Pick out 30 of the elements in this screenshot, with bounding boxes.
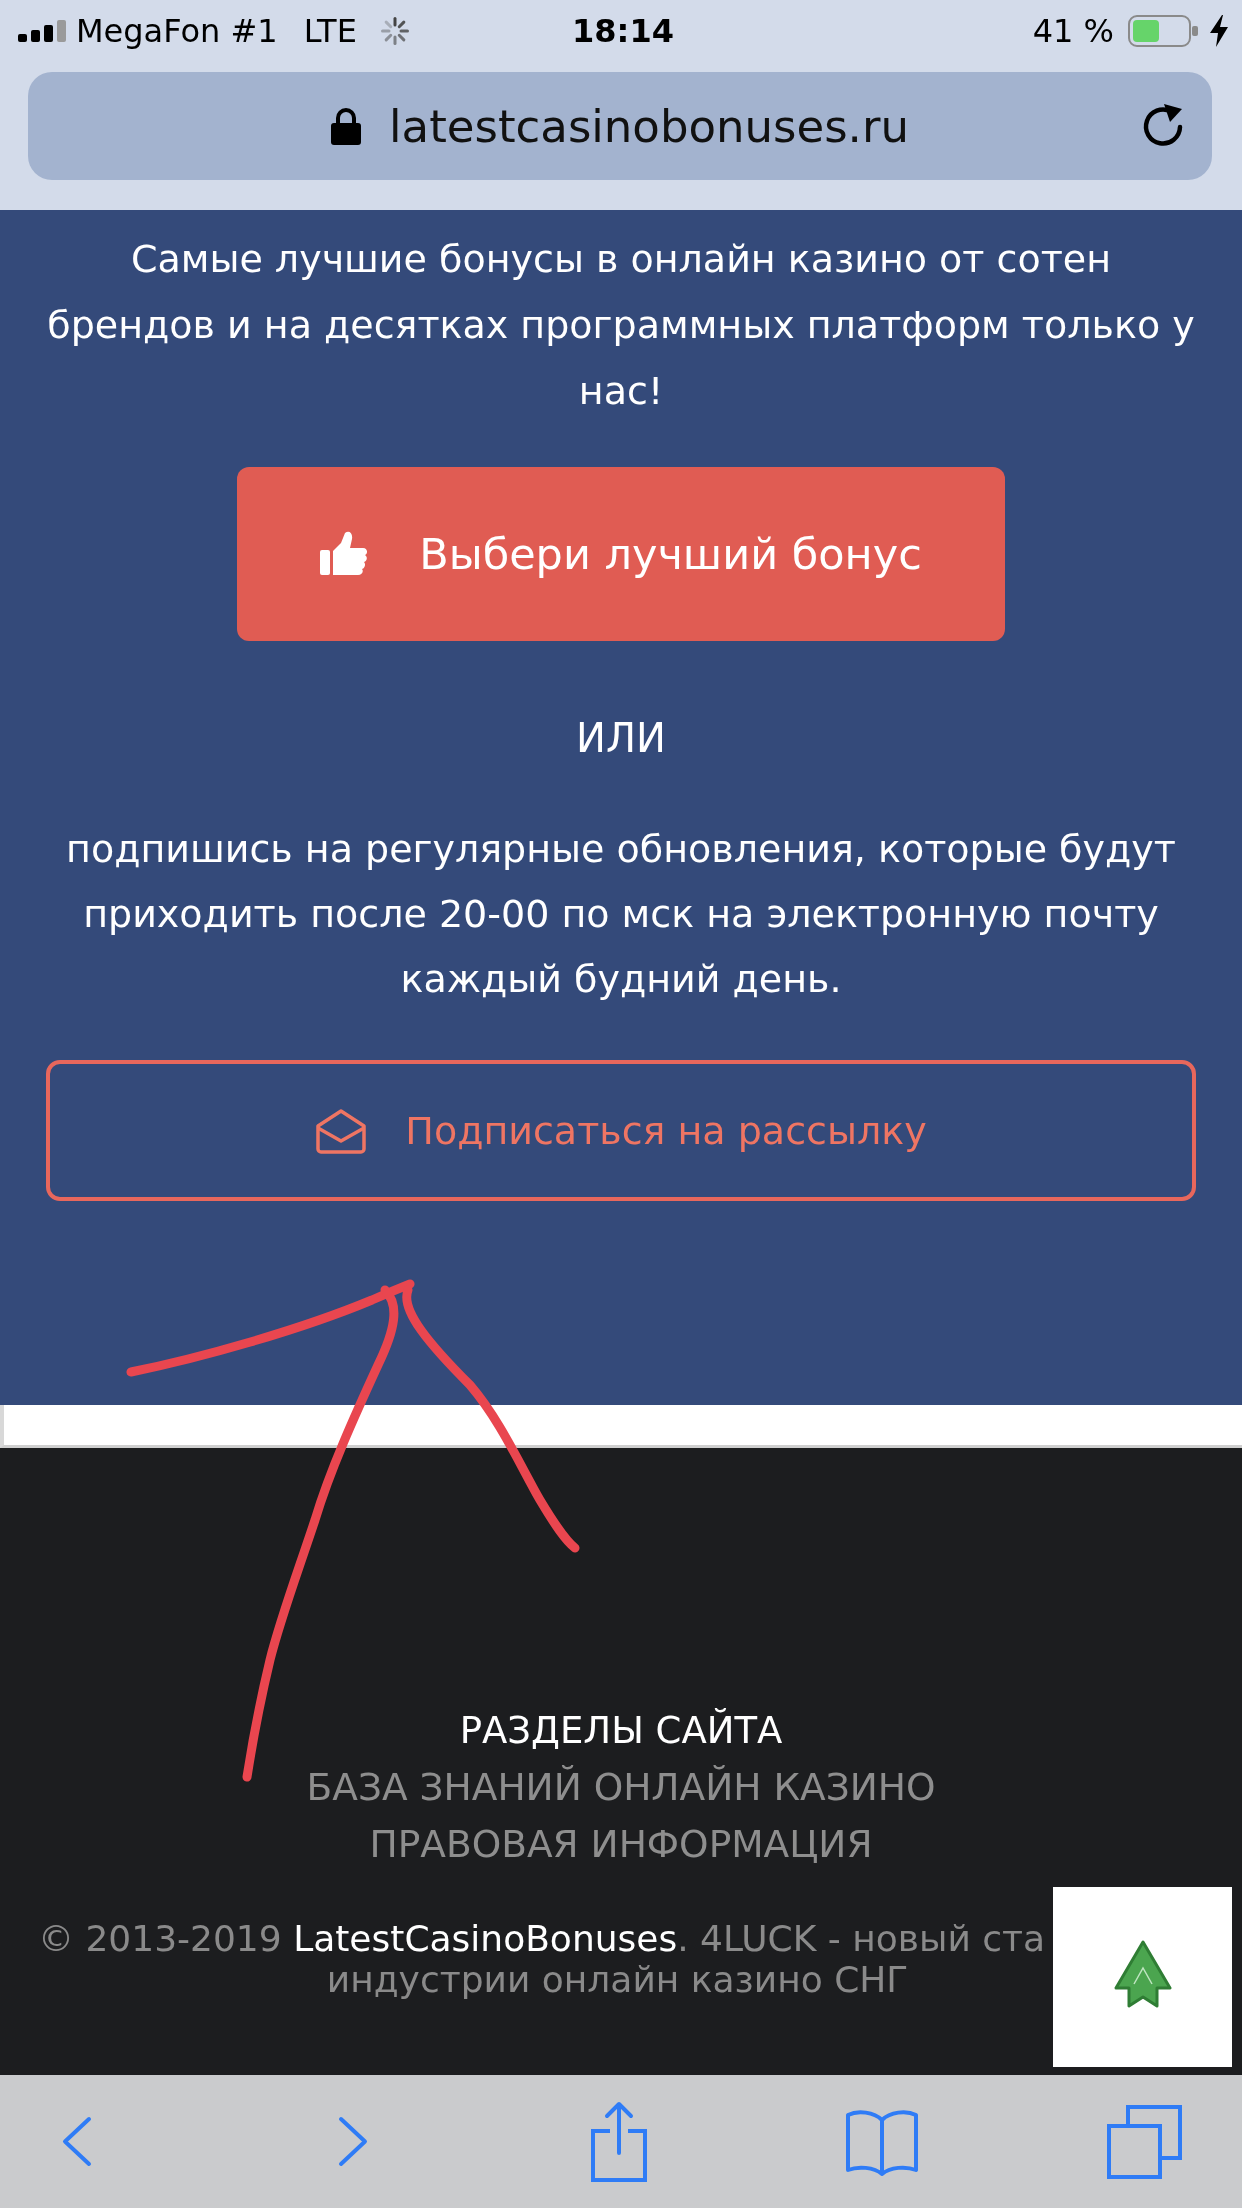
chevron-right-icon[interactable]: [338, 2116, 368, 2167]
intro-text: Самые лучшие бонусы в онлайн казино от сотен брендов и на десятках программных платформ только у нас!: [46, 236, 1196, 415]
footer-link[interactable]: ПРАВОВАЯ ИНФОРМАЦИЯ: [369, 1822, 873, 1866]
chevron-left-icon[interactable]: [62, 2116, 92, 2167]
overlapping-squares-icon[interactable]: [1107, 2104, 1182, 2179]
best-bonus-button[interactable]: Выбери лучший бонус: [237, 467, 1005, 641]
arrow-up-icon: [1113, 1940, 1172, 2008]
battery-percent: 41 %: [1032, 12, 1114, 50]
envelope-icon: [315, 1107, 368, 1154]
subscribe-text: подпишись на регулярные обновления, которые будут приходить после 20-00 по мск на электронную почту каждый будний день.: [65, 826, 1177, 1003]
or-label: ИЛИ: [576, 714, 666, 763]
network-type: LTE: [303, 12, 357, 50]
copyright-text: © 2013-2019 LatestCasinoBonuses. 4LUCK - новый ста индустрии онлайн казино СНГ: [38, 1918, 1046, 2000]
lightning-bolt-icon: [1210, 15, 1228, 47]
spinner-icon: [380, 17, 409, 45]
copyright-link[interactable]: LatestCasinoBonuses: [293, 1918, 678, 1959]
clock-time: 18:14: [572, 12, 674, 50]
lock-icon: [331, 107, 362, 145]
thumbs-up-icon: [320, 531, 369, 577]
signal-icon: [18, 20, 66, 42]
battery-icon: [1128, 15, 1198, 47]
footer-link[interactable]: БАЗА ЗНАНИЙ ОНЛАЙН КАЗИНО: [306, 1765, 936, 1809]
address-bar[interactable]: latestcasinobonuses.ru: [28, 72, 1212, 180]
share-icon[interactable]: [590, 2100, 648, 2183]
subscribe-button[interactable]: Подписаться на рассылку: [46, 1060, 1196, 1201]
footer-heading: РАЗДЕЛЫ САЙТА: [459, 1709, 783, 1752]
carrier-name: MegaFon #1: [76, 12, 278, 50]
book-icon[interactable]: [845, 2107, 919, 2176]
scroll-to-top-button[interactable]: [1053, 1887, 1232, 2067]
url-text: latestcasinobonuses.ru: [389, 99, 909, 153]
